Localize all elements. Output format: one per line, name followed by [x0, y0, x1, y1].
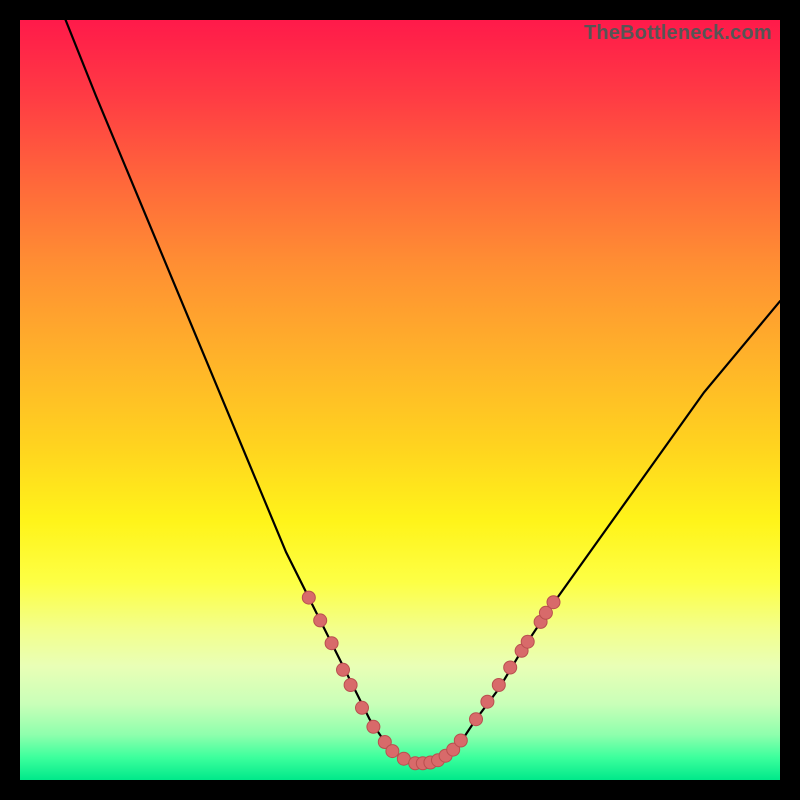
marker-group	[302, 591, 560, 770]
curve-marker	[356, 701, 369, 714]
curve-marker	[504, 661, 517, 674]
bottleneck-curve-path	[66, 20, 780, 765]
curve-marker	[337, 663, 350, 676]
curve-marker	[454, 734, 467, 747]
curve-marker	[521, 635, 534, 648]
curve-marker	[344, 679, 357, 692]
curve-marker	[367, 720, 380, 733]
curve-marker	[314, 614, 327, 627]
plot-area	[20, 20, 780, 780]
curve-marker	[470, 713, 483, 726]
curve-marker	[481, 695, 494, 708]
watermark-text: TheBottleneck.com	[584, 22, 772, 45]
bottleneck-curve-svg	[20, 20, 780, 780]
curve-marker	[302, 591, 315, 604]
chart-frame: TheBottleneck.com	[0, 0, 800, 800]
curve-marker	[547, 596, 560, 609]
curve-marker	[325, 637, 338, 650]
curve-marker	[492, 679, 505, 692]
curve-marker	[386, 745, 399, 758]
